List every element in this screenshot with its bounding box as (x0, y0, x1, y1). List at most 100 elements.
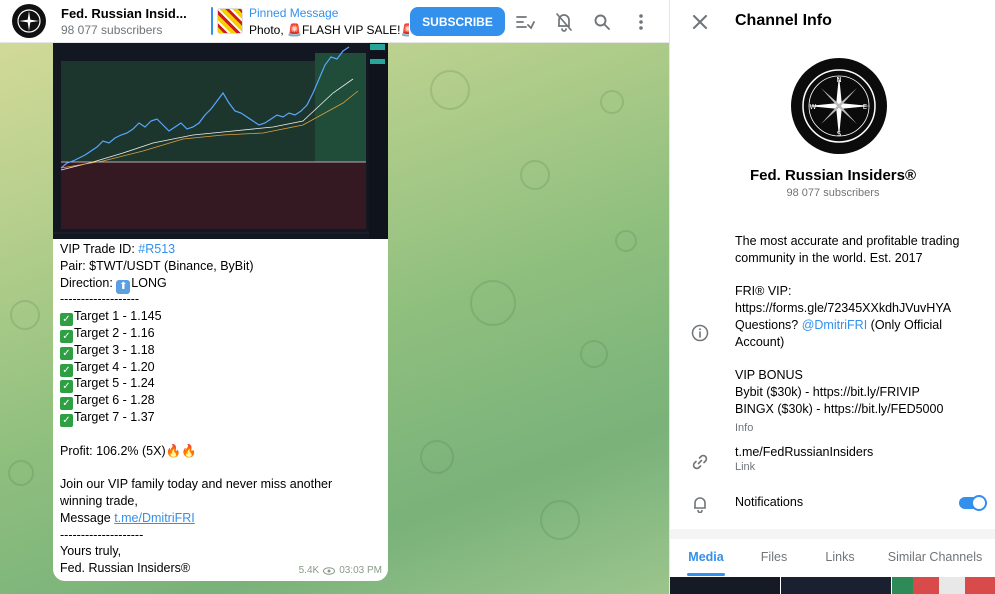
search-icon[interactable] (591, 11, 613, 33)
profit-text: Profit: 106.2% (5X) (60, 443, 166, 458)
check-icon: ✓ (60, 346, 73, 360)
more-icon[interactable] (630, 11, 652, 33)
manage-icon[interactable] (514, 11, 536, 33)
channel-avatar-large[interactable]: N E S W (791, 58, 887, 154)
bonus-title: VIP BONUS (735, 368, 803, 383)
trade-id-label: VIP Trade ID: (60, 242, 139, 256)
target-item: Target 3 - 1.18 (74, 342, 155, 357)
chat-header: Fed. Russian Insid... 98 077 subscribers… (0, 0, 669, 43)
channel-name: Fed. Russian Insiders® (749, 167, 917, 184)
description-line: community in the world. Est. 2017 (735, 250, 923, 265)
price-chart-graphic (53, 43, 388, 239)
cta-line-2: winning trade, (60, 493, 138, 508)
tab-media[interactable]: Media (670, 540, 742, 576)
separator-line-2: -------------------- (60, 527, 144, 542)
compass-letter: E (863, 103, 867, 111)
bonus-bybit[interactable]: Bybit ($30k) - https://bit.ly/FRIVIP (735, 384, 985, 401)
pinned-indicator (211, 7, 213, 35)
tab-files[interactable]: Files (742, 540, 806, 575)
channel-info-panel: Channel Info N E S W Fed. Russian Inside… (669, 0, 995, 594)
direction-value: LONG (131, 275, 167, 290)
cta-link[interactable]: t.me/DmitriFRI (114, 511, 195, 525)
wallpaper-doodle (430, 70, 470, 110)
trade-chart-image[interactable] (53, 43, 388, 239)
wallpaper-doodle (580, 340, 608, 368)
target-item: Target 5 - 1.24 (74, 376, 155, 391)
wallpaper-doodle (10, 300, 40, 330)
channel-header-info[interactable]: Fed. Russian Insid... 98 077 subscribers (61, 6, 189, 37)
questions-suffix: (Only Official (867, 317, 942, 332)
message-text: VIP Trade ID: #R513 Pair: $TWT/USDT (Bin… (60, 241, 380, 577)
close-icon[interactable] (690, 12, 710, 32)
channel-subscribers: 98 077 subscribers (61, 22, 163, 37)
trade-id-hashtag[interactable]: #R513 (138, 242, 175, 256)
mute-icon[interactable] (553, 11, 575, 33)
notifications-toggle[interactable] (959, 495, 987, 511)
info-icon (690, 323, 710, 343)
media-thumbnail[interactable] (670, 577, 780, 594)
target-item: Target 4 - 1.20 (74, 359, 155, 374)
channel-subscriber-count: 98 077 subscribers (786, 187, 880, 199)
wallpaper-doodle (470, 280, 516, 326)
compass-letter: W (810, 103, 817, 111)
link-caption: Link (735, 461, 756, 473)
channel-link-row[interactable]: t.me/FedRussianInsiders Link (735, 445, 873, 473)
target-item: Target 7 - 1.37 (74, 409, 155, 424)
media-thumbnail[interactable] (892, 577, 995, 594)
info-caption: Info (735, 421, 754, 434)
wallpaper-doodle (615, 230, 637, 252)
message-meta: 5.4K 03:03 PM (299, 565, 382, 576)
compass-letter: N (836, 76, 841, 84)
channel-description: The most accurate and profitable trading… (735, 233, 985, 437)
compass-logo-icon: N E S W (802, 69, 876, 143)
trade-pair: Pair: $TWT/USDT (Binance, ByBit) (60, 258, 254, 273)
panel-title: Channel Info (735, 12, 832, 29)
signoff-line-1: Yours truly, (60, 544, 122, 559)
wallpaper-doodle (540, 500, 580, 540)
message-time: 03:03 PM (339, 565, 382, 576)
target-item: Target 6 - 1.28 (74, 393, 155, 408)
questions-handle[interactable]: @DmitriFRI (802, 318, 867, 332)
chat-area: Fed. Russian Insid... 98 077 subscribers… (0, 0, 669, 594)
questions-line-2: Account) (735, 334, 785, 349)
fire-emoji: 🔥🔥 (165, 443, 197, 458)
wallpaper-doodle (520, 160, 550, 190)
check-icon: ✓ (60, 413, 73, 427)
wallpaper-doodle (600, 90, 624, 114)
message-bubble[interactable]: VIP Trade ID: #R513 Pair: $TWT/USDT (Bin… (53, 43, 388, 581)
bonus-bingx[interactable]: BINGX ($30k) - https://bit.ly/FED5000 (735, 401, 985, 418)
view-count: 5.4K (298, 565, 320, 576)
target-item: Target 2 - 1.16 (74, 325, 155, 340)
vip-url[interactable]: https://forms.gle/72345XXkdhJVuvHYA (735, 300, 985, 317)
media-tabs: Media Files Links Similar Channels (670, 540, 995, 576)
questions-label: Questions? (735, 317, 802, 332)
compass-logo-icon (17, 9, 41, 33)
channel-link[interactable]: t.me/FedRussianInsiders (735, 445, 873, 459)
subscribe-button[interactable]: SUBSCRIBE (410, 7, 505, 36)
wallpaper-doodle (420, 440, 454, 474)
pinned-thumbnail[interactable] (217, 8, 243, 34)
pinned-message[interactable]: Pinned Message Photo, 🚨FLASH VIP SALE!🚨 … (249, 6, 409, 37)
wallpaper-doodle (8, 460, 34, 486)
separator-line: ------------------- (60, 292, 140, 307)
compass-letter: S (837, 130, 842, 138)
media-thumbnails (670, 577, 995, 594)
section-divider (670, 529, 995, 539)
channel-title: Fed. Russian Insid... (61, 5, 187, 21)
channel-avatar[interactable] (12, 4, 46, 38)
tab-links[interactable]: Links (806, 540, 874, 575)
cta-message-label: Message (60, 510, 115, 525)
pinned-text: Photo, 🚨FLASH VIP SALE!🚨 ... (249, 22, 409, 37)
bell-icon (690, 494, 710, 514)
target-item: Target 1 - 1.145 (74, 309, 162, 324)
cta-line-1: Join our VIP family today and never miss… (60, 477, 333, 492)
tab-similar-channels[interactable]: Similar Channels (874, 540, 995, 575)
vip-line: FRI® VIP: (735, 284, 792, 299)
description-line: The most accurate and profitable trading (735, 234, 960, 248)
toggle-knob (971, 495, 987, 511)
link-icon (690, 452, 710, 472)
eye-icon (323, 566, 336, 575)
pinned-title: Pinned Message (249, 5, 339, 20)
media-thumbnail[interactable] (781, 577, 891, 594)
direction-label: Direction: (60, 275, 117, 290)
